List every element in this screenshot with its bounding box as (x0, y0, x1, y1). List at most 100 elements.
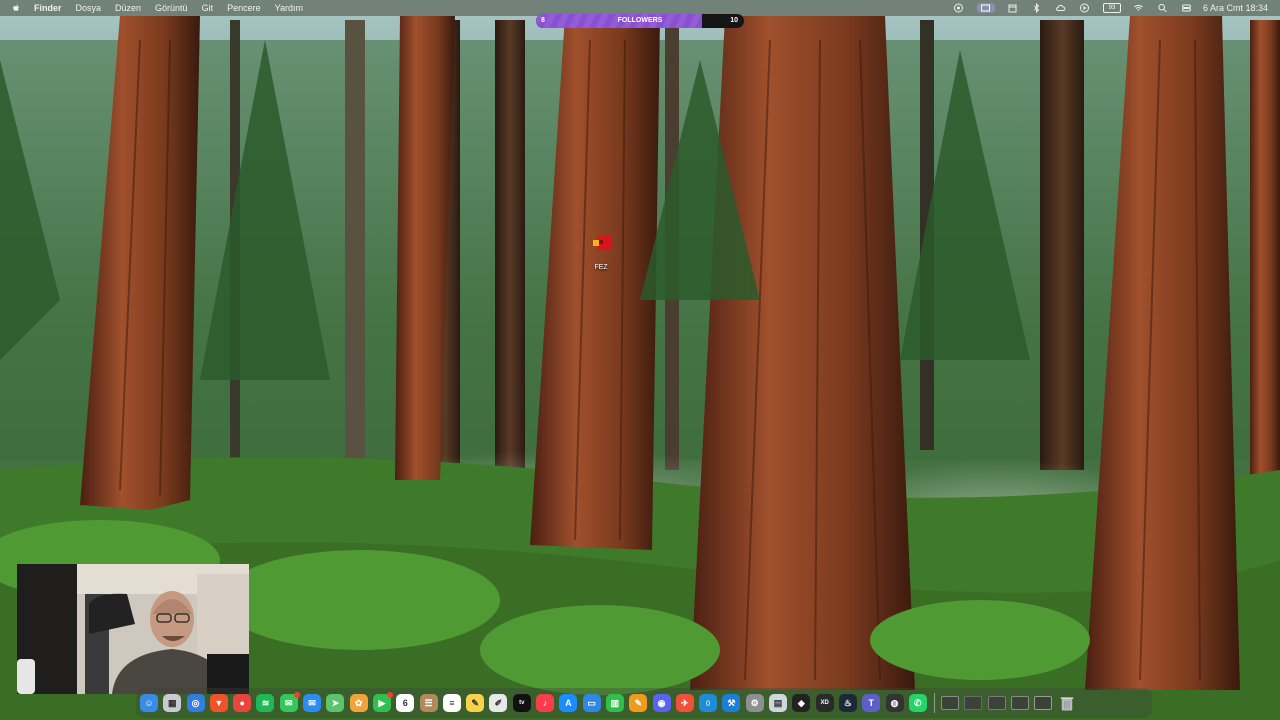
menu-clock[interactable]: 6 Ara Cmt 18:34 (1203, 3, 1268, 13)
dock-icon-glyph: ▤ (773, 697, 783, 708)
dock-preview-icon[interactable]: ▤ (769, 694, 788, 712)
dock-recent-window-1[interactable] (941, 696, 960, 710)
obs-status-icon[interactable] (953, 3, 965, 13)
dock-icon-glyph: ✎ (471, 697, 479, 708)
dock-maps-icon[interactable]: ➤ (326, 694, 345, 712)
bluetooth-status-icon[interactable] (1031, 3, 1043, 13)
screen-share-status-icon[interactable] (976, 3, 995, 13)
desktop-icon-fez[interactable]: FEZ (584, 232, 618, 271)
dock-icon-glyph: ▭ (587, 697, 596, 708)
dock-icon-glyph: ☺ (144, 698, 154, 708)
play-status-icon[interactable] (1079, 3, 1091, 13)
dock-notes-icon[interactable]: ✎ (466, 694, 485, 712)
dock-icon-glyph: A (565, 698, 572, 708)
menu-file[interactable]: Dosya (76, 3, 102, 13)
dock: ☺ ▦ ◎ ▼ ● ≋ ✉ ✉ ➤ ✿ ▶ 6 ☰ ≡ ✎ ✐ tv ♪ A ▭ ▥ ✎ ◉ ✈ ⟨⟩ ⚒ ⚙ ▤ ◆ XD ♨ T ◍ ✆ (136, 688, 1152, 718)
dock-safari-icon[interactable]: ◎ (186, 694, 205, 712)
dock-freeform-icon[interactable]: ✐ (489, 694, 508, 712)
dock-vscode-icon[interactable]: ⟨⟩ (699, 694, 718, 712)
dock-tv-icon[interactable]: tv (512, 694, 531, 712)
dock-chrome-icon[interactable]: ● (233, 694, 252, 712)
dock-icon-glyph: tv (519, 700, 525, 706)
menu-edit[interactable]: Düzen (115, 3, 141, 13)
dock-pages-icon[interactable]: ✎ (629, 694, 648, 712)
dock-icon-glyph: ✉ (285, 697, 293, 708)
dock-keynote-icon[interactable]: ▭ (582, 694, 601, 712)
dock-facetime-icon[interactable]: ▶ (372, 692, 393, 712)
dock-icon-glyph: ▥ (610, 697, 620, 708)
menu-window[interactable]: Pencere (227, 3, 261, 13)
dock-recent-window-3[interactable] (987, 696, 1006, 710)
menu-view[interactable]: Görüntü (155, 3, 188, 13)
dock-app-store-icon[interactable]: A (559, 694, 578, 712)
search-icon[interactable] (1157, 3, 1169, 13)
battery-indicator[interactable]: 93 (1102, 3, 1121, 13)
dock-icon-glyph: T (868, 698, 874, 708)
dock-music-icon[interactable]: ♪ (536, 694, 555, 712)
dock-launchpad-icon[interactable]: ▦ (163, 694, 182, 712)
dock-icon-glyph: ◉ (657, 697, 666, 708)
desktop-icon-label: FEZ (594, 264, 608, 271)
dock-icon-glyph: ● (239, 698, 245, 708)
apple-menu-icon[interactable] (12, 3, 24, 13)
dock-separator (934, 693, 936, 713)
dock-brave-icon[interactable]: ▼ (209, 694, 228, 712)
dock-obs-icon[interactable]: ◍ (885, 694, 904, 712)
dock-icon-glyph: ≡ (449, 698, 455, 708)
dock-icon-glyph: ✿ (354, 697, 363, 708)
dock-icon-glyph: ♪ (542, 698, 548, 708)
dock-teams-icon[interactable]: T (862, 694, 881, 712)
control-center-icon[interactable] (1181, 3, 1193, 13)
dock-mail-icon[interactable]: ✉ (303, 694, 322, 712)
dock-icon-glyph: ◆ (797, 697, 805, 708)
dock-xcode-icon[interactable]: ⚒ (722, 694, 741, 712)
dock-xd-pen-icon[interactable]: XD (815, 694, 834, 712)
dock-icon-glyph: ♨ (843, 697, 852, 708)
dock-reminders-icon[interactable]: ≡ (442, 694, 461, 712)
menu-app-name[interactable]: Finder (34, 3, 62, 13)
dock-icon-glyph: ▦ (168, 697, 177, 708)
dock-icon-glyph: ⚙ (750, 697, 759, 708)
dock-whatsapp-icon[interactable]: ✆ (908, 694, 927, 712)
dock-icon-glyph: ✐ (494, 697, 503, 708)
dock-icon-glyph: ☰ (424, 697, 433, 708)
dock-swift-playgrounds-icon[interactable]: ✈ (675, 694, 694, 712)
dock-recent-window-5[interactable] (1034, 696, 1053, 710)
followers-label: FOLLOWERS (617, 17, 663, 24)
webcam-overlay (17, 564, 249, 694)
dock-system-settings-icon[interactable]: ⚙ (745, 694, 764, 712)
dock-icon-glyph: ✆ (914, 697, 922, 708)
status-area: 93 6 Ara Cmt 18:34 (947, 0, 1280, 16)
calendar-status-icon[interactable] (1007, 3, 1019, 13)
dock-icon-glyph: ◎ (191, 697, 200, 708)
dock-steam-icon[interactable]: ♨ (838, 694, 857, 712)
cloud-status-icon[interactable] (1055, 3, 1067, 13)
dock-icon-glyph: 6 (402, 698, 408, 708)
dock-discord-icon[interactable]: ◉ (652, 694, 671, 712)
dock-icon-glyph: XD (820, 700, 829, 706)
dock-icon-glyph: ◍ (890, 697, 899, 708)
fez-app-icon (589, 232, 613, 256)
dock-icon-glyph: ≋ (261, 697, 270, 708)
menu-help[interactable]: Yardım (275, 3, 303, 13)
dock-contacts-icon[interactable]: ☰ (419, 694, 438, 712)
dock-icon-glyph: ✉ (308, 697, 316, 708)
dock-icon-glyph: ⟨⟩ (705, 700, 711, 707)
followers-goal-count: 10 (730, 17, 738, 24)
dock-finder-icon[interactable]: ☺ (140, 694, 158, 712)
dock-icon-glyph: ➤ (331, 697, 340, 708)
dock-recent-window-2[interactable] (964, 696, 983, 710)
dock-trash-icon[interactable] (1058, 694, 1076, 712)
dock-icon-glyph: ⚒ (727, 697, 736, 708)
dock-recent-window-4[interactable] (1010, 696, 1029, 710)
menu-go[interactable]: Git (202, 3, 214, 13)
dock-calendar-icon[interactable]: 6 (396, 694, 415, 712)
dock-icon-glyph: ▶ (378, 697, 386, 708)
dock-photos-icon[interactable]: ✿ (349, 694, 368, 712)
followers-goal-bar: 8 FOLLOWERS 10 (536, 14, 744, 28)
wifi-status-icon[interactable] (1133, 3, 1145, 13)
dock-unity-icon[interactable]: ◆ (792, 694, 811, 712)
dock-spotify-icon[interactable]: ≋ (256, 694, 275, 712)
dock-messages-icon[interactable]: ✉ (279, 692, 300, 712)
dock-numbers-icon[interactable]: ▥ (605, 694, 624, 712)
